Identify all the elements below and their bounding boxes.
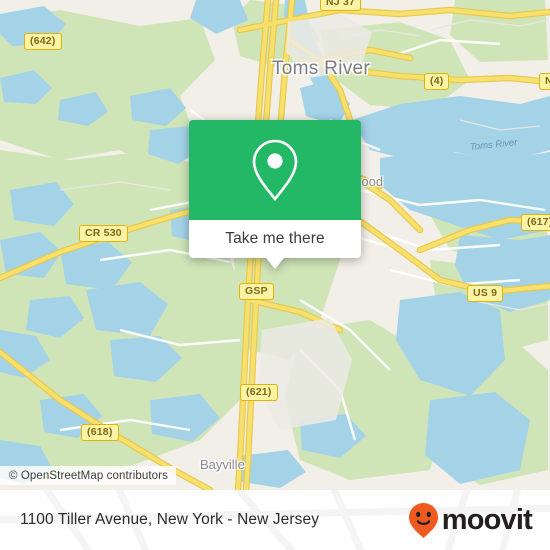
map-canvas[interactable]: (642) NJ 37 (4) N (617) CR 530 GSP US 9 …	[0, 0, 550, 490]
route-shield-nj37: NJ 37	[320, 0, 362, 11]
map-attribution[interactable]: © OpenStreetMap contributors	[0, 466, 176, 485]
route-shield-4: (4)	[424, 73, 450, 90]
route-shield-617: (617)	[521, 214, 550, 231]
moovit-wordmark: moovit	[441, 503, 533, 536]
address-label: 1100 Tiller Avenue, New York - New Jerse…	[20, 511, 320, 528]
route-shield-642: (642)	[24, 33, 62, 50]
moovit-pin-smiley-icon	[408, 502, 438, 538]
popup-pin-area	[189, 120, 361, 220]
take-me-there-button[interactable]: Take me there	[189, 220, 361, 258]
route-shield-621: (621)	[240, 384, 278, 401]
attribution-text: © OpenStreetMap contributors	[9, 469, 168, 482]
route-shield-618: (618)	[81, 424, 119, 441]
destination-popup[interactable]: Take me there	[189, 120, 361, 269]
take-me-there-label: Take me there	[225, 230, 325, 247]
map-pin-icon	[252, 139, 298, 202]
footer-bar: 1100 Tiller Avenue, New York - New Jerse…	[0, 490, 550, 550]
moovit-map-screenshot: (642) NJ 37 (4) N (617) CR 530 GSP US 9 …	[0, 0, 550, 550]
route-shield-cr530: CR 530	[79, 225, 128, 242]
popup-tail	[266, 258, 284, 269]
route-shield-us9: US 9	[467, 285, 504, 302]
route-shield-n: N	[539, 73, 550, 90]
route-shield-gsp: GSP	[239, 283, 274, 300]
moovit-logo[interactable]: moovit	[407, 502, 533, 539]
